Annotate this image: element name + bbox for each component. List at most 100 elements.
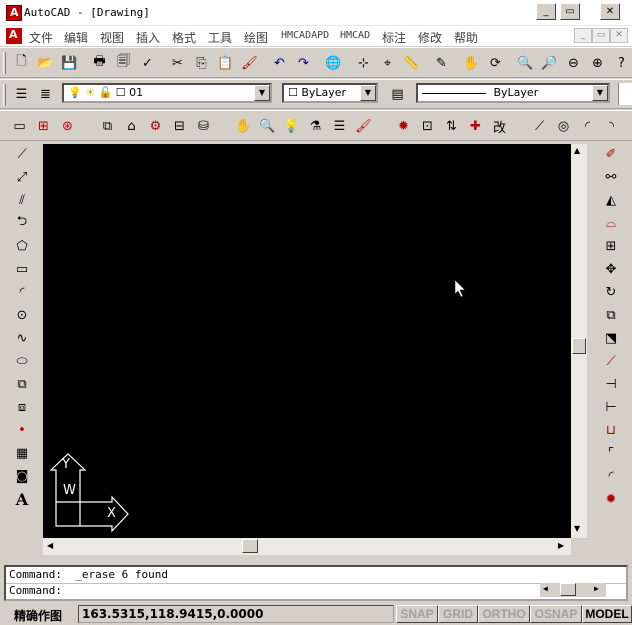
block-icon[interactable]: ⊞ [32, 115, 55, 137]
command-prompt[interactable]: Command: [9, 584, 62, 598]
vertical-scroll-thumb[interactable] [572, 338, 586, 354]
ellipse-icon[interactable]: ⬭ [11, 350, 33, 372]
fillet-tool-icon[interactable]: ◝ [600, 115, 623, 137]
scroll-right-icon[interactable]: ▶ [558, 541, 564, 550]
trim-icon[interactable]: ⊣ [600, 373, 622, 395]
scroll-left-icon[interactable]: ◀ [543, 584, 548, 593]
lineweight-dropdown[interactable] [618, 83, 632, 105]
point-icon[interactable]: • [11, 419, 33, 441]
zoom-window-icon[interactable]: 🔎 [538, 52, 561, 74]
erase-icon[interactable]: ✐ [600, 143, 622, 165]
pencil-icon[interactable]: ✎ [430, 52, 453, 74]
chevron-down-icon[interactable]: ▼ [360, 85, 376, 101]
sort-icon[interactable]: ⇅ [440, 115, 463, 137]
layers-icon[interactable]: ☰ [10, 83, 33, 105]
open-icon[interactable]: 📂 [34, 52, 57, 74]
linetype-dropdown[interactable]: ByLayer ▼ [416, 83, 610, 103]
save-icon[interactable]: 💾 [58, 52, 81, 74]
horizontal-scroll-thumb[interactable] [242, 539, 258, 553]
construction-line-icon[interactable]: ⤢ [11, 166, 33, 188]
paste-icon[interactable]: 📋 [214, 52, 237, 74]
help-icon[interactable]: ? [610, 52, 632, 74]
insert-block-icon[interactable]: ⧉ [11, 373, 33, 395]
explode-icon[interactable]: ✹ [392, 115, 415, 137]
tool-b-icon[interactable]: ⌂ [120, 115, 143, 137]
polygon-icon[interactable]: ⬠ [11, 235, 33, 257]
view-icon[interactable]: ▭ [8, 115, 31, 137]
move-icon[interactable]: ✥ [600, 258, 622, 280]
chevron-down-icon[interactable]: ▼ [254, 85, 270, 101]
make-block-icon[interactable]: ⧈ [11, 396, 33, 418]
layer-dropdown[interactable]: 💡 ☀ 🔓 ☐ 01 ▼ [62, 83, 272, 103]
menu-modify[interactable]: 修改 [418, 29, 442, 46]
autocad-app-icon[interactable] [6, 5, 22, 21]
ucs-icon[interactable]: ⌖ [376, 52, 399, 74]
toolbar-grip[interactable] [3, 84, 6, 106]
pan-icon[interactable]: ✋ [460, 52, 483, 74]
grid-toggle[interactable]: GRID [438, 605, 478, 623]
undo-icon[interactable]: ↶ [268, 52, 291, 74]
drawing-canvas[interactable]: Y W X [43, 144, 571, 538]
multiline-text-icon[interactable]: A [11, 488, 33, 510]
doc-minimize-button[interactable]: _ [574, 28, 592, 43]
break-icon[interactable]: ⊔ [600, 419, 622, 441]
copy-object-icon[interactable]: ⚯ [600, 166, 622, 188]
zoom-icon[interactable]: 🔍 [256, 115, 279, 137]
menu-dimension[interactable]: 标注 [382, 29, 406, 46]
scroll-down-icon[interactable]: ▼ [574, 524, 580, 533]
rectangle-icon[interactable]: ▭ [11, 258, 33, 280]
tool-e-icon[interactable]: ⛁ [192, 115, 215, 137]
redo-icon[interactable]: ↷ [292, 52, 315, 74]
copy-icon[interactable]: ⎘ [190, 52, 213, 74]
color-dropdown[interactable]: ☐ ByLayer ▼ [282, 83, 378, 103]
table-icon[interactable]: ⊡ [416, 115, 439, 137]
zoom-extents-icon[interactable]: ⊕ [586, 52, 609, 74]
circle-tool-icon[interactable]: ◎ [552, 115, 575, 137]
new-icon[interactable]: 🗋 [10, 52, 33, 74]
pan-realtime-icon[interactable]: ✋ [232, 115, 255, 137]
scroll-up-icon[interactable]: ▲ [574, 146, 580, 155]
orbit-icon[interactable]: ⟳ [484, 52, 507, 74]
tool-d-icon[interactable]: ⊟ [168, 115, 191, 137]
menu-file[interactable]: 文件 [29, 29, 53, 46]
zoom-previous-icon[interactable]: ⊖ [562, 52, 585, 74]
chevron-down-icon[interactable]: ▼ [592, 85, 608, 101]
command-scroll-thumb[interactable] [560, 583, 576, 596]
arc-icon[interactable]: ◜ [11, 281, 33, 303]
layer-tool-icon[interactable]: ☰ [328, 115, 351, 137]
explode-icon[interactable]: ✹ [600, 488, 622, 510]
chamfer-icon[interactable]: ⌜ [600, 442, 622, 464]
drawing-document-icon[interactable] [6, 28, 22, 44]
linetype-manager-icon[interactable]: ▤ [386, 83, 409, 105]
ortho-toggle[interactable]: ORTHO [478, 605, 530, 623]
command-scrollbar[interactable]: ◀ ▶ [540, 583, 606, 597]
rotate-icon[interactable]: ↻ [600, 281, 622, 303]
menu-tools[interactable]: 工具 [208, 29, 232, 46]
arc-tool-icon[interactable]: ◜ [576, 115, 599, 137]
line-icon[interactable]: ⟋ [11, 143, 33, 165]
zoom-realtime-icon[interactable]: 🔍 [514, 52, 537, 74]
snap-toggle[interactable]: SNAP [396, 605, 438, 623]
menu-help[interactable]: 帮助 [454, 29, 478, 46]
print-preview-icon[interactable]: 🗐 [112, 52, 135, 74]
doc-restore-button[interactable]: ▭ [592, 28, 610, 43]
offset-icon[interactable]: ⌓ [600, 212, 622, 234]
menu-insert[interactable]: 插入 [136, 29, 160, 46]
menu-hmcad[interactable]: HMCAD [340, 30, 370, 41]
menu-hmcadapd[interactable]: HMCADAPD [281, 30, 329, 41]
mirror-icon[interactable]: ◭ [600, 189, 622, 211]
layer-previous-icon[interactable]: ≣ [34, 83, 57, 105]
array-icon[interactable]: ⊞ [600, 235, 622, 257]
cross-icon[interactable]: ✚ [464, 115, 487, 137]
spline-icon[interactable]: ∿ [11, 327, 33, 349]
polyline-icon[interactable]: ⮌ [11, 212, 33, 234]
light-icon[interactable]: 💡 [280, 115, 303, 137]
toolbar-grip[interactable] [3, 52, 6, 74]
stretch-icon[interactable]: ⬔ [600, 327, 622, 349]
brush-icon[interactable]: 🖌 [352, 115, 375, 137]
menu-edit[interactable]: 编辑 [64, 29, 88, 46]
hatch-icon[interactable]: ▦ [11, 442, 33, 464]
close-button[interactable]: ✕ [600, 3, 620, 20]
minimize-button[interactable]: _ [536, 3, 556, 20]
vertical-scrollbar[interactable]: ▲ ▼ [571, 144, 587, 538]
